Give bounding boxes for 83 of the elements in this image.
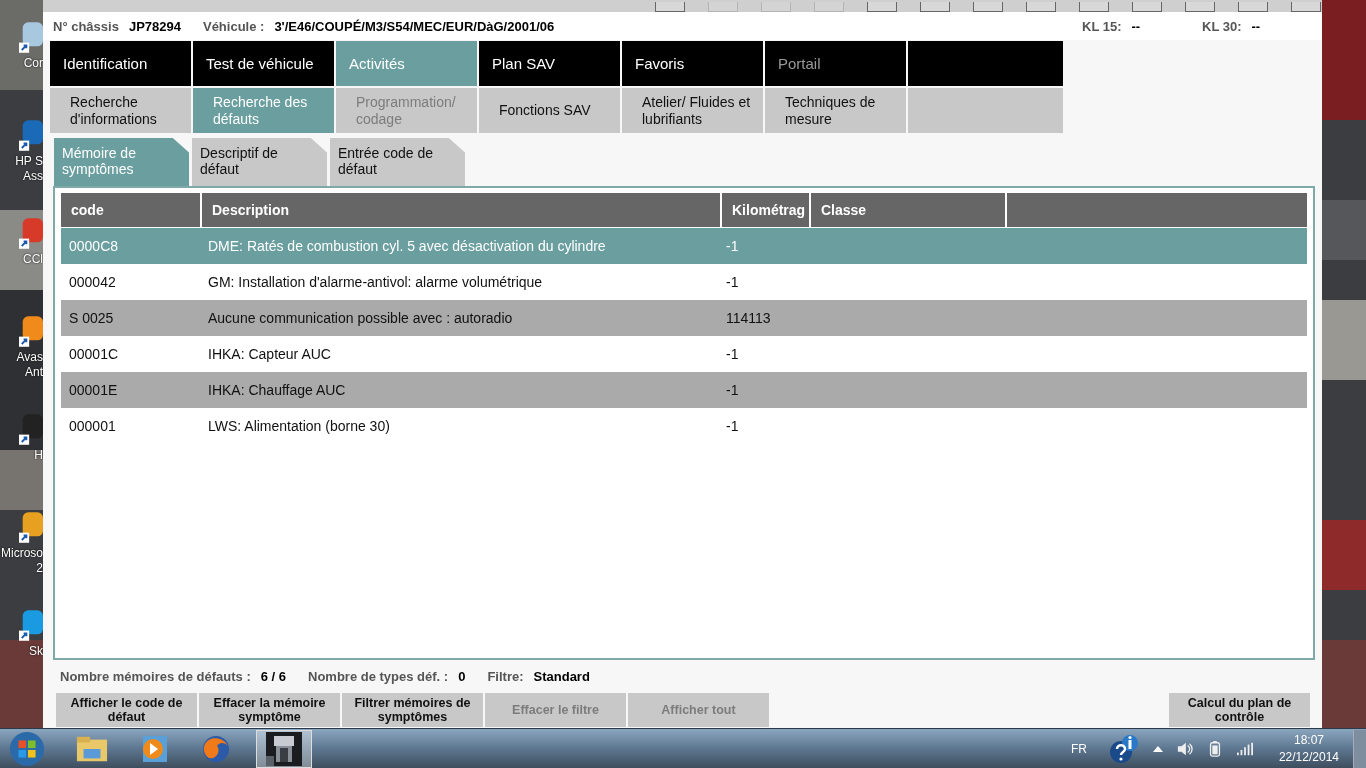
field-value: 6 / 6 xyxy=(260,669,286,684)
tab[interactable]: Descriptif de défaut xyxy=(192,138,327,186)
tab[interactable]: Atelier/ Fluides et lubrifiants xyxy=(622,88,763,133)
toolbar-button[interactable] xyxy=(1132,2,1162,12)
toolbar-button[interactable] xyxy=(1238,2,1268,12)
tab[interactable]: Techniques de mesure xyxy=(765,88,906,133)
icon-label: Sk xyxy=(29,644,43,659)
field-label: Nombre mémoires de défauts : xyxy=(60,669,251,684)
toolbar-button[interactable] xyxy=(920,2,950,12)
icon-label: Microso xyxy=(1,546,43,561)
table-cell-text: -1 xyxy=(725,238,740,254)
table-cell-text: DME: Ratés de combustion cyl. 5 avec désactivation du cylindre xyxy=(207,238,607,254)
action-button[interactable]: Filtrer mémoires de symptômes xyxy=(342,693,483,727)
table-cell-text: -1 xyxy=(725,418,740,434)
icon-label: HP S xyxy=(15,154,43,169)
clock-date: 22/12/2014 xyxy=(1278,748,1339,766)
action-button[interactable]: Effacer la mémoire symptôme xyxy=(199,693,340,727)
table-cell-text: IHKA: Capteur AUC xyxy=(207,346,332,362)
icon-label: H xyxy=(34,448,43,463)
field-label: KL 15: xyxy=(1082,18,1122,34)
tab[interactable]: Fonctions SAV xyxy=(479,88,620,133)
help-icon[interactable] xyxy=(1108,733,1139,764)
start-button[interactable] xyxy=(8,729,46,768)
tab[interactable]: Recherche d'informations xyxy=(50,88,191,133)
table-cell-text: 114113 xyxy=(725,310,772,326)
field-value: -- xyxy=(1251,18,1261,34)
table-cell-text: IHKA: Chauffage AUC xyxy=(207,382,347,398)
table-cell-text: 0000C8 xyxy=(68,238,120,254)
clock-time: 18:07 xyxy=(1293,731,1324,749)
tab[interactable]: Identification xyxy=(50,41,191,86)
tab[interactable]: Entrée code de défaut xyxy=(330,138,465,186)
up-arrow-icon[interactable] xyxy=(1152,745,1163,752)
speaker-icon[interactable] xyxy=(1176,740,1193,757)
toolbar-button[interactable] xyxy=(655,2,685,12)
table-cell-text: 00001E xyxy=(68,382,119,398)
field-label: Nombre de types déf. : xyxy=(308,669,449,684)
icon-label: CCl xyxy=(23,252,43,267)
language-indicator[interactable]: FR xyxy=(1070,741,1087,756)
icon-label: Ass xyxy=(23,169,43,184)
taskbar-app-button[interactable] xyxy=(256,729,312,768)
field-label: Filtre: xyxy=(487,669,524,684)
field-value: -- xyxy=(1131,18,1141,34)
table-cell-text: 000001 xyxy=(68,418,117,434)
column-header[interactable]: Description xyxy=(202,193,720,227)
field-value: JP78294 xyxy=(128,18,181,34)
table-cell-text: Aucune communication possible avec : autoradio xyxy=(207,310,514,326)
column-header[interactable]: Classe xyxy=(811,193,1005,227)
field-label: Véhicule : xyxy=(202,18,265,34)
table-cell-text: -1 xyxy=(725,346,740,362)
table-cell-text: -1 xyxy=(725,274,740,290)
browser-icon[interactable] xyxy=(200,733,232,764)
toolbar-button[interactable] xyxy=(973,2,1003,12)
table-cell-text: 00001C xyxy=(68,346,120,362)
field-label: KL 30: xyxy=(1202,18,1242,34)
field-value: 0 xyxy=(458,669,466,684)
table-cell-text: LWS: Alimentation (borne 30) xyxy=(207,418,391,434)
table-cell-text: GM: Installation d'alarme-antivol: alarme volumétrique xyxy=(207,274,544,290)
toolbar-button[interactable] xyxy=(867,2,897,12)
tab[interactable]: Favoris xyxy=(622,41,763,86)
toolbar-button[interactable] xyxy=(1185,2,1215,12)
toolbar-button[interactable] xyxy=(1026,2,1056,12)
icon-label: 2 xyxy=(36,561,43,576)
table-cell-text: S 0025 xyxy=(68,310,115,326)
field-label: N° châssis xyxy=(53,18,119,34)
tab[interactable]: Test de véhicule xyxy=(193,41,334,86)
tab[interactable]: Plan SAV xyxy=(479,41,620,86)
toolbar-button[interactable] xyxy=(1291,2,1321,12)
toolbar-button[interactable] xyxy=(1079,2,1109,12)
table-cell-text: -1 xyxy=(725,382,740,398)
clock[interactable]: 18:07 22/12/2014 xyxy=(1278,731,1339,766)
column-header[interactable]: Kilométrag xyxy=(722,193,809,227)
icon-label: Cor xyxy=(23,56,43,71)
field-value: Standard xyxy=(533,669,590,684)
action-button[interactable]: Afficher le code de défaut xyxy=(56,693,197,727)
icon-label: Avas xyxy=(16,350,43,365)
field-value: 3'/E46/COUPÉ/M3/S54/MEC/EUR/DàG/2001/06 xyxy=(274,18,555,34)
table-row[interactable]: 00001E IHKA: Chauffage AUC -1 xyxy=(61,372,1307,408)
table-cell-text: 000042 xyxy=(68,274,117,290)
column-header[interactable]: code xyxy=(61,193,200,227)
icon-label: Ant xyxy=(25,365,43,380)
signal-icon[interactable] xyxy=(1236,740,1253,757)
action-button[interactable]: Calcul du plan de contrôle xyxy=(1169,693,1310,727)
table-row[interactable]: S 0025 Aucune communication possible avec : autoradio 114113 xyxy=(61,300,1307,336)
